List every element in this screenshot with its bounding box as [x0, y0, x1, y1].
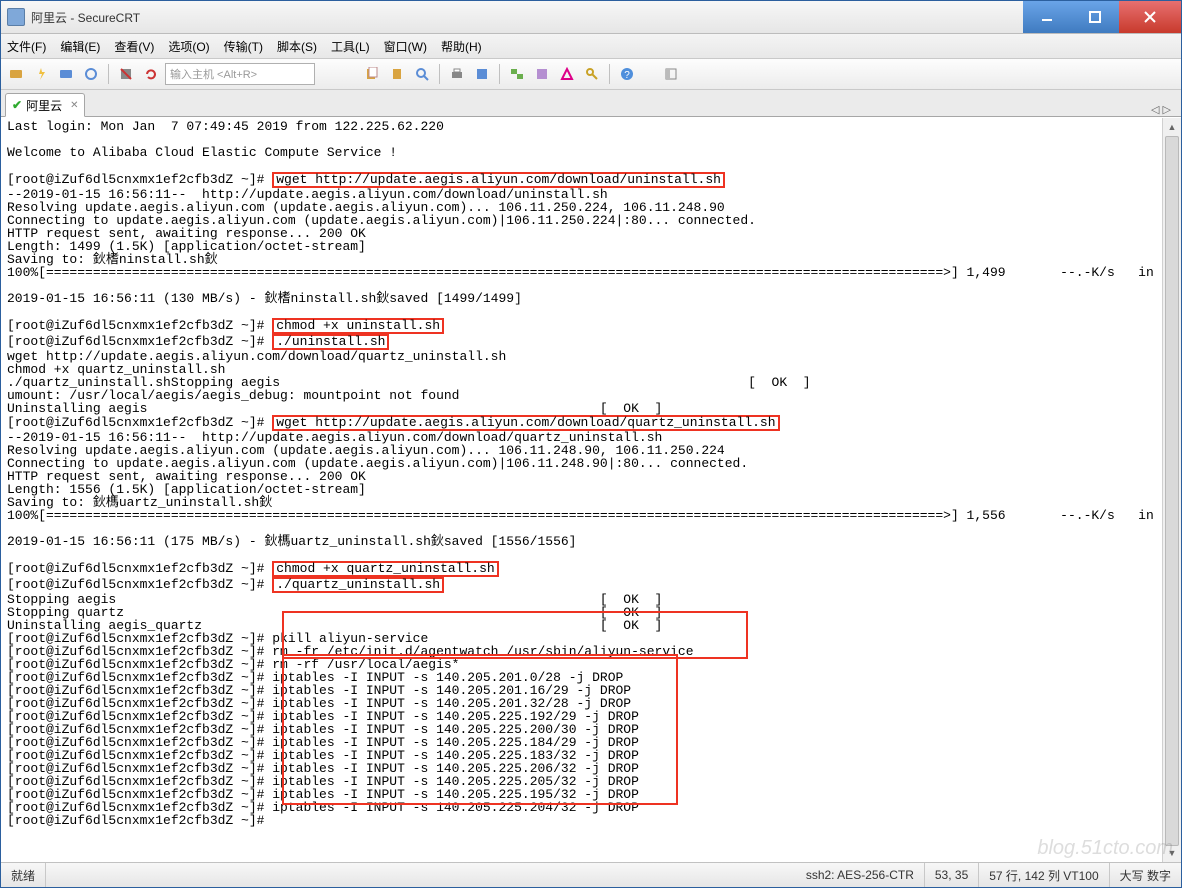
svg-text:?: ?: [624, 70, 630, 81]
connect-icon[interactable]: [5, 63, 27, 85]
term-line: Last login: Mon Jan 7 07:49:45 2019 from…: [7, 119, 444, 134]
toolbar-separator: [499, 64, 500, 84]
toolbar: 输入主机 <Alt+R> ?: [1, 59, 1181, 90]
menu-help[interactable]: 帮助(H): [441, 38, 482, 55]
status-proto: ssh2: AES-256-CTR: [796, 863, 925, 887]
app-window: 阿里云 - SecureCRT 文件(F) 编辑(E) 查看(V) 选项(O) …: [0, 0, 1182, 888]
scroll-track[interactable]: [1163, 136, 1181, 844]
term-prompt: [root@iZuf6dl5cnxmx1ef2cfb3dZ ~]#: [7, 813, 272, 828]
cmd-chmod-uninstall: chmod +x uninstall.sh: [272, 318, 444, 334]
window-title: 阿里云 - SecureCRT: [31, 9, 1023, 26]
status-cursor: 53, 35: [925, 863, 979, 887]
toggle-view-icon[interactable]: [660, 63, 682, 85]
reconnect-icon[interactable]: [80, 63, 102, 85]
key-icon[interactable]: [581, 63, 603, 85]
cmd-chmod-quartz: chmod +x quartz_uninstall.sh: [272, 561, 498, 577]
host-placeholder: 输入主机 <Alt+R>: [170, 66, 257, 82]
sessions-icon[interactable]: [506, 63, 528, 85]
menubar: 文件(F) 编辑(E) 查看(V) 选项(O) 传输(T) 脚本(S) 工具(L…: [1, 34, 1181, 59]
term-prompt: [root@iZuf6dl5cnxmx1ef2cfb3dZ ~]#: [7, 561, 272, 576]
app-icon: [7, 8, 25, 26]
status-ready: 就绪: [1, 863, 46, 887]
session-options-icon[interactable]: [531, 63, 553, 85]
maximize-button[interactable]: [1071, 1, 1119, 33]
properties-icon[interactable]: [471, 63, 493, 85]
global-options-icon[interactable]: [556, 63, 578, 85]
menu-script[interactable]: 脚本(S): [277, 38, 317, 55]
scroll-down-icon[interactable]: ▼: [1163, 844, 1181, 862]
toolbar-separator: [108, 64, 109, 84]
toolbar-separator: [439, 64, 440, 84]
menu-options[interactable]: 选项(O): [168, 38, 209, 55]
paste-icon[interactable]: [386, 63, 408, 85]
close-button[interactable]: [1119, 1, 1181, 33]
menu-edit[interactable]: 编辑(E): [60, 38, 100, 55]
menu-transfer[interactable]: 传输(T): [224, 38, 263, 55]
tab-nav[interactable]: ◁ ▷: [1141, 103, 1181, 116]
session-tab[interactable]: ✔ 阿里云 ✕: [5, 93, 85, 117]
cmd-run-uninstall: ./uninstall.sh: [272, 334, 389, 350]
cmd-run-quartz: ./quartz_uninstall.sh: [272, 577, 444, 593]
quick-connect-icon[interactable]: [30, 63, 52, 85]
term-line: 100%[===================================…: [7, 265, 1177, 280]
help-icon[interactable]: ?: [616, 63, 638, 85]
term-prompt: [root@iZuf6dl5cnxmx1ef2cfb3dZ ~]#: [7, 577, 272, 592]
cmd-iptables: iptables -I INPUT -s 140.205.225.204/32 …: [272, 800, 639, 815]
cmd-wget-quartz: wget http://update.aegis.aliyun.com/down…: [272, 415, 779, 431]
window-buttons: [1023, 1, 1181, 33]
tab-close-icon[interactable]: ✕: [70, 100, 78, 111]
menu-file[interactable]: 文件(F): [7, 38, 46, 55]
vertical-scrollbar[interactable]: ▲ ▼: [1162, 118, 1181, 862]
host-input[interactable]: 输入主机 <Alt+R>: [165, 63, 315, 85]
term-line: 2019-01-15 16:56:11 (175 MB/s) - 鈥榪uartz…: [7, 534, 577, 549]
menu-tools[interactable]: 工具(L): [331, 38, 370, 55]
term-prompt: [root@iZuf6dl5cnxmx1ef2cfb3dZ ~]#: [7, 415, 272, 430]
connected-icon: ✔: [12, 98, 22, 112]
term-prompt: [root@iZuf6dl5cnxmx1ef2cfb3dZ ~]#: [7, 334, 272, 349]
menu-window[interactable]: 窗口(W): [384, 38, 427, 55]
copy-icon[interactable]: [361, 63, 383, 85]
terminal[interactable]: Last login: Mon Jan 7 07:49:45 2019 from…: [1, 118, 1163, 862]
scroll-up-icon[interactable]: ▲: [1163, 118, 1181, 136]
term-prompt: [root@iZuf6dl5cnxmx1ef2cfb3dZ ~]#: [7, 318, 272, 333]
tab-label: 阿里云: [26, 97, 62, 114]
find-icon[interactable]: [411, 63, 433, 85]
status-caps: 大写 数字: [1110, 863, 1181, 887]
titlebar: 阿里云 - SecureCRT: [1, 1, 1181, 34]
term-line: 100%[===================================…: [7, 508, 1177, 523]
toolbar-separator: [609, 64, 610, 84]
statusbar: 就绪 ssh2: AES-256-CTR 53, 35 57 行, 142 列 …: [1, 862, 1181, 887]
menu-view[interactable]: 查看(V): [114, 38, 154, 55]
connect-in-tab-icon[interactable]: [55, 63, 77, 85]
term-prompt: [root@iZuf6dl5cnxmx1ef2cfb3dZ ~]#: [7, 172, 272, 187]
tabbar: ✔ 阿里云 ✕ ◁ ▷: [1, 90, 1181, 117]
cmd-wget-uninstall: wget http://update.aegis.aliyun.com/down…: [272, 172, 725, 188]
term-line: Welcome to Alibaba Cloud Elastic Compute…: [7, 145, 397, 160]
print-icon[interactable]: [446, 63, 468, 85]
disconnect-icon[interactable]: [115, 63, 137, 85]
status-size: 57 行, 142 列 VT100: [979, 863, 1109, 887]
terminal-area: Last login: Mon Jan 7 07:49:45 2019 from…: [1, 117, 1181, 862]
term-line: 2019-01-15 16:56:11 (130 MB/s) - 鈥榰ninst…: [7, 291, 522, 306]
reconnect-all-icon[interactable]: [140, 63, 162, 85]
scroll-thumb[interactable]: [1165, 136, 1179, 846]
term-line: Uninstalling aegis [ OK ]: [7, 401, 662, 416]
minimize-button[interactable]: [1023, 1, 1071, 33]
